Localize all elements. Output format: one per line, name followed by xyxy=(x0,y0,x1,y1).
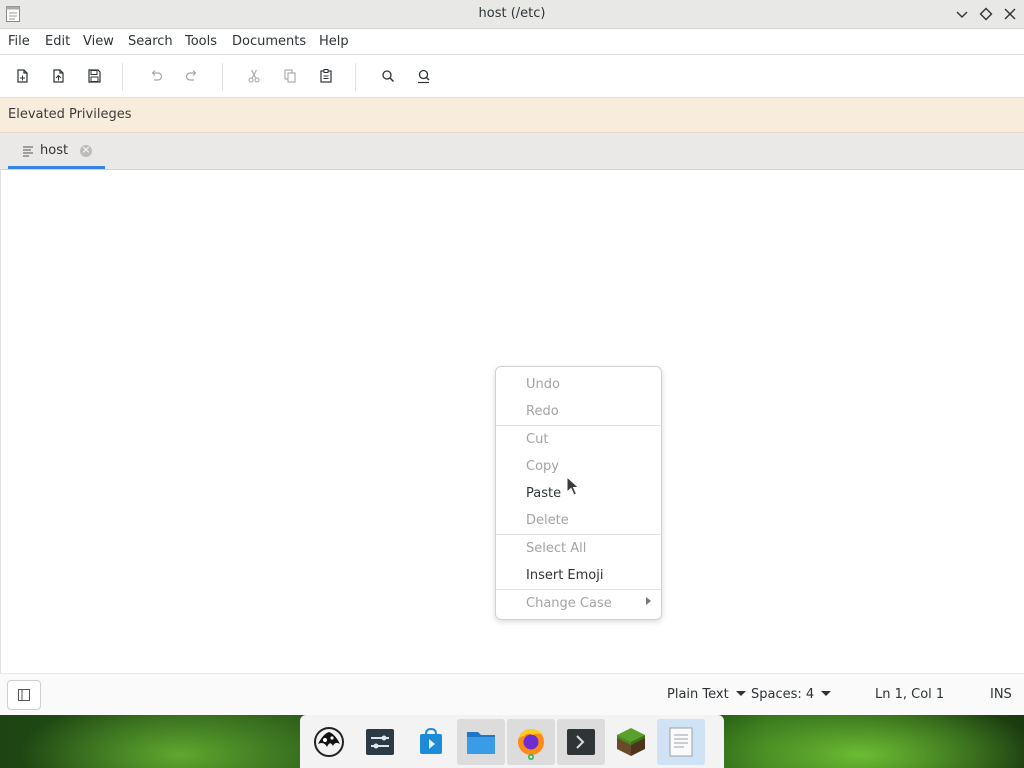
sidebar-icon xyxy=(18,689,30,701)
settings-icon xyxy=(366,729,394,755)
toolbar-separator xyxy=(355,63,356,91)
indent-selector[interactable]: Spaces: 4 xyxy=(751,674,832,716)
language-selector[interactable]: Plain Text xyxy=(667,674,746,716)
dock-software-center[interactable] xyxy=(407,719,455,765)
toolbar-separator xyxy=(222,63,223,91)
inkscape-icon xyxy=(314,727,344,757)
menu-help[interactable]: Help xyxy=(319,29,349,55)
dock-terminal[interactable] xyxy=(557,719,605,765)
tab-close-icon[interactable] xyxy=(80,143,92,157)
menu-tools[interactable]: Tools xyxy=(185,29,217,55)
menu-separator xyxy=(496,589,661,590)
cursor-position[interactable]: Ln 1, Col 1 xyxy=(875,674,944,716)
close-icon[interactable] xyxy=(1002,6,1018,22)
text-editor-icon xyxy=(669,727,693,757)
menu-item-delete[interactable]: Delete xyxy=(526,513,569,529)
find-replace-icon[interactable] xyxy=(415,67,433,85)
menu-item-redo[interactable]: Redo xyxy=(526,404,559,420)
menu-search[interactable]: Search xyxy=(128,29,173,55)
menu-separator xyxy=(496,425,661,426)
tab-host[interactable]: host xyxy=(8,133,105,169)
firefox-icon xyxy=(518,729,544,760)
dock-minecraft[interactable] xyxy=(607,719,655,765)
dock-inkscape[interactable] xyxy=(305,719,353,765)
menu-documents[interactable]: Documents xyxy=(232,29,306,55)
status-bar: Plain Text Spaces: 4 Ln 1, Col 1 INS xyxy=(0,673,1024,715)
tab-label: host xyxy=(40,143,69,158)
menu-item-change-case[interactable]: Change Case xyxy=(526,596,612,612)
menu-item-copy[interactable]: Copy xyxy=(526,459,559,475)
toolbar xyxy=(0,55,1024,98)
cut-icon[interactable] xyxy=(245,67,263,85)
dropdown-arrow-icon xyxy=(821,691,832,696)
language-label: Plain Text xyxy=(667,687,729,702)
redo-icon[interactable] xyxy=(183,67,201,85)
dock xyxy=(300,715,724,768)
elevated-privileges-banner: Elevated Privileges xyxy=(0,98,1024,133)
open-document-icon[interactable] xyxy=(49,67,67,85)
indent-label: Spaces: 4 xyxy=(751,687,815,702)
files-icon xyxy=(467,732,495,754)
submenu-arrow-icon xyxy=(646,597,651,605)
banner-text: Elevated Privileges xyxy=(8,107,132,122)
mouse-pointer-icon xyxy=(566,476,580,496)
save-icon[interactable] xyxy=(85,67,103,85)
dock-firefox[interactable] xyxy=(507,719,555,765)
menu-view[interactable]: View xyxy=(83,29,114,55)
dropdown-arrow-icon xyxy=(735,691,746,696)
dock-text-editor[interactable] xyxy=(657,719,705,765)
minimize-icon[interactable] xyxy=(954,6,970,22)
title-bar: host (/etc) xyxy=(0,0,1024,29)
terminal-icon xyxy=(567,729,595,755)
dock-files[interactable] xyxy=(457,719,505,765)
active-tab-indicator xyxy=(8,166,105,169)
menu-item-select-all[interactable]: Select All xyxy=(526,541,586,557)
toolbar-separator xyxy=(122,63,123,91)
copy-icon[interactable] xyxy=(281,67,299,85)
minecraft-icon xyxy=(617,728,645,756)
menu-item-cut[interactable]: Cut xyxy=(526,432,548,448)
find-icon[interactable] xyxy=(379,67,397,85)
document-lines-icon xyxy=(23,146,33,157)
menu-separator xyxy=(496,534,661,535)
undo-icon[interactable] xyxy=(147,67,165,85)
menu-item-insert-emoji[interactable]: Insert Emoji xyxy=(526,568,603,584)
menu-item-paste[interactable]: Paste xyxy=(526,486,561,502)
menu-file[interactable]: File xyxy=(8,29,30,55)
tab-bar: host xyxy=(0,133,1024,170)
new-document-icon[interactable] xyxy=(13,67,31,85)
window-title: host (/etc) xyxy=(478,6,546,21)
dock-settings[interactable] xyxy=(356,719,404,765)
software-center-icon xyxy=(420,727,442,754)
menu-bar: File Edit View Search Tools Documents He… xyxy=(0,29,1024,55)
sidebar-toggle-button[interactable] xyxy=(7,680,41,710)
insert-mode: INS xyxy=(990,687,1012,702)
menu-item-undo[interactable]: Undo xyxy=(526,377,560,393)
maximize-icon[interactable] xyxy=(978,6,994,22)
paste-icon[interactable] xyxy=(317,67,335,85)
menu-edit[interactable]: Edit xyxy=(45,29,70,55)
